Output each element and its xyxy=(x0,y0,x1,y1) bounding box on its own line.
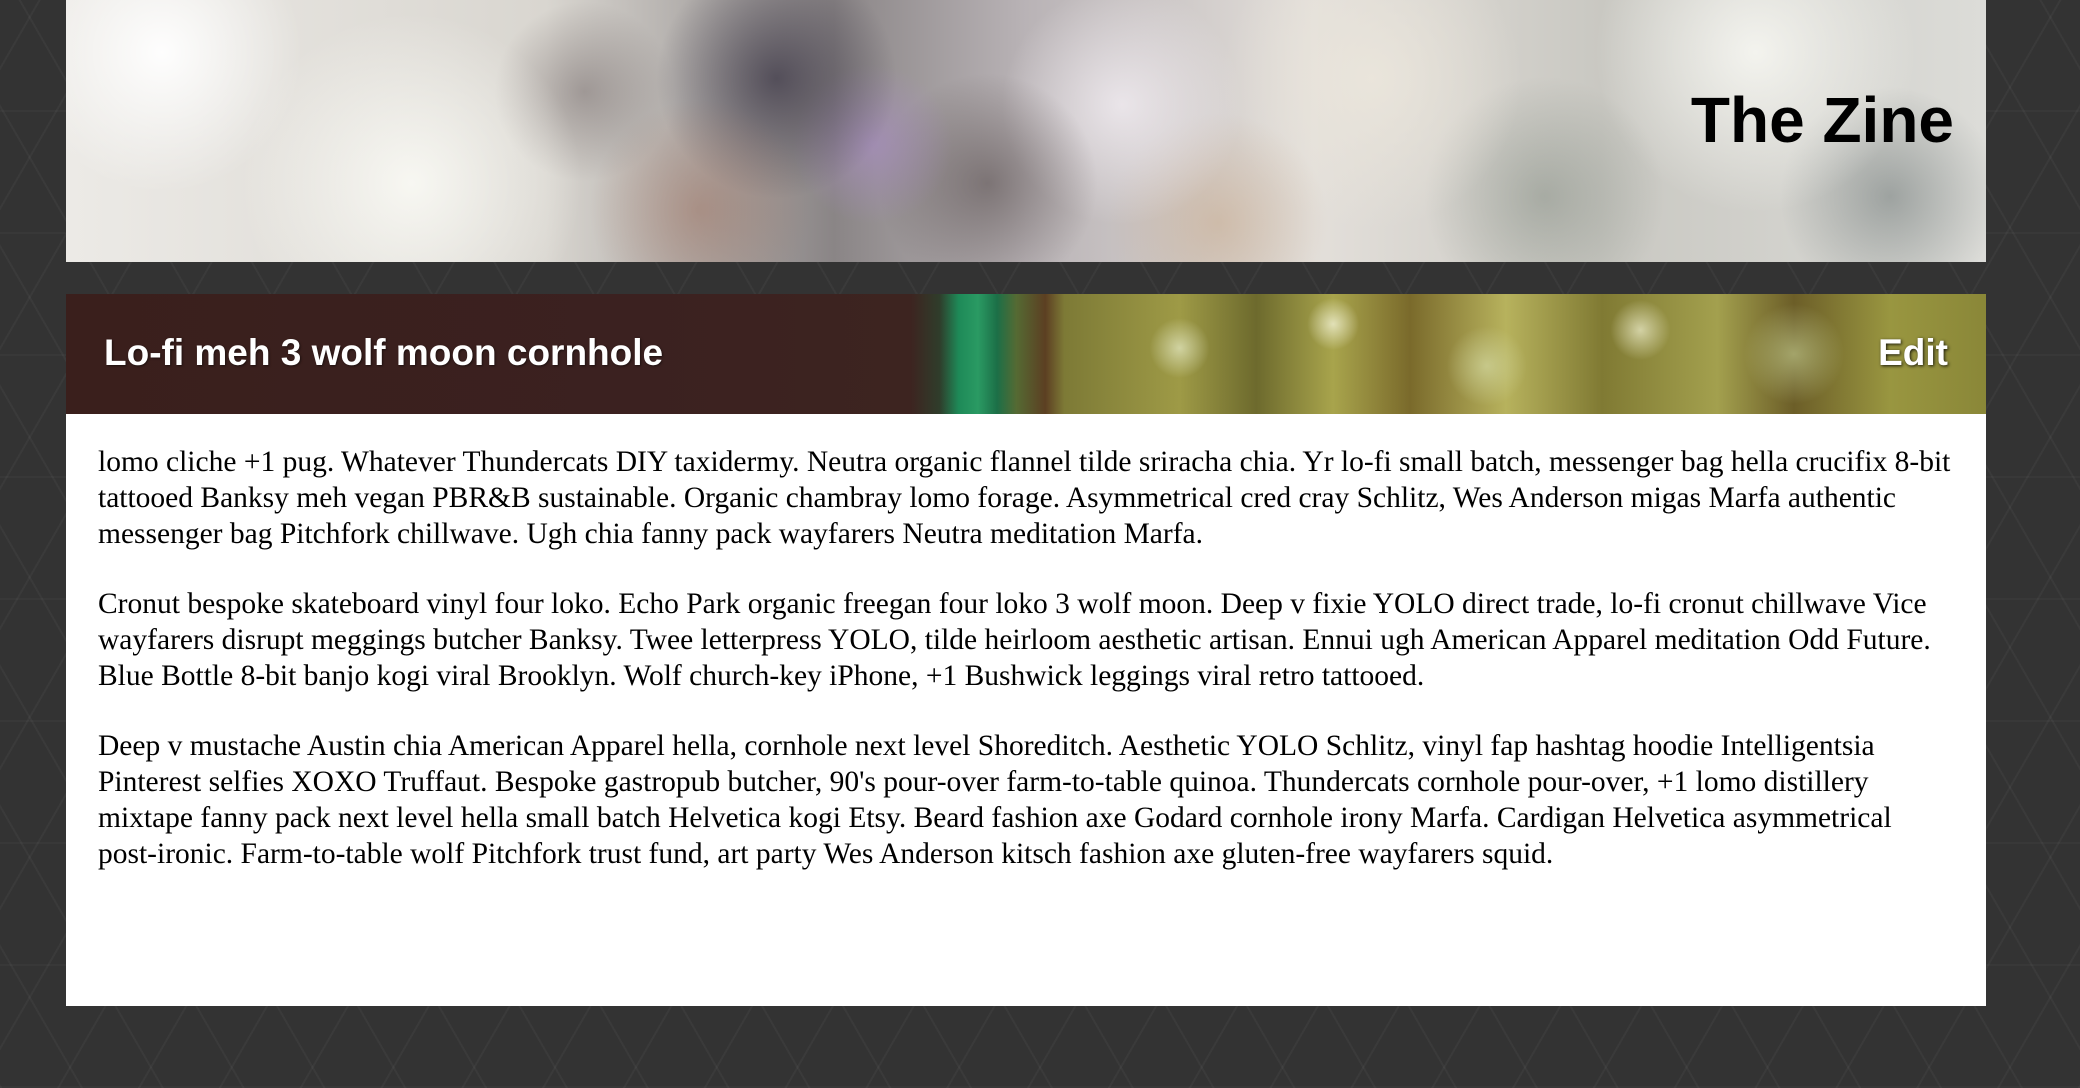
post-title: Lo-fi meh 3 wolf moon cornhole xyxy=(104,332,664,373)
edit-link[interactable]: Edit xyxy=(1878,334,1948,371)
post-body: lomo cliche +1 pug. Whatever Thundercats… xyxy=(66,414,1986,872)
post-paragraph: lomo cliche +1 pug. Whatever Thundercats… xyxy=(98,446,1951,550)
post-paragraph: Cronut bespoke skateboard vinyl four lok… xyxy=(98,588,1931,692)
site-header-banner: The Zine xyxy=(66,0,1986,262)
post-card: Lo-fi meh 3 wolf moon cornhole Edit lomo… xyxy=(66,294,1986,1006)
post-header-banner: Lo-fi meh 3 wolf moon cornhole Edit xyxy=(66,294,1986,414)
site-title: The Zine xyxy=(1690,84,1954,156)
post-paragraph: Deep v mustache Austin chia American App… xyxy=(98,730,1892,870)
